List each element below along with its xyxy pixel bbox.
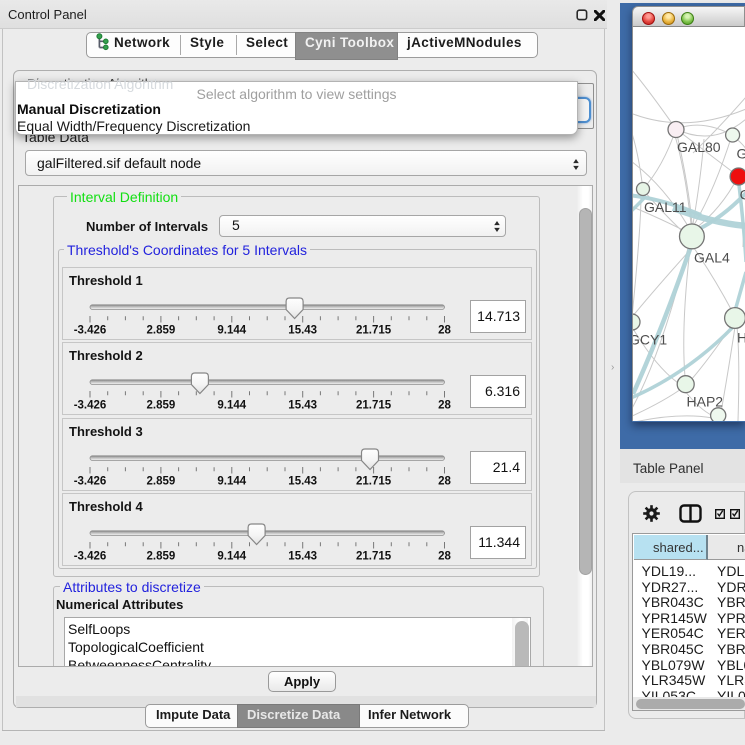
svg-text:2.859: 2.859: [147, 400, 176, 412]
svg-text:-3.426: -3.426: [74, 400, 107, 412]
svg-text:GAL: GAL: [737, 146, 745, 162]
svg-text:9.144: 9.144: [217, 325, 246, 337]
svg-text:15.43: 15.43: [288, 400, 317, 412]
svg-text:2.859: 2.859: [147, 325, 176, 337]
svg-text:21.715: 21.715: [356, 551, 392, 563]
svg-text:15.43: 15.43: [288, 325, 317, 337]
svg-text:28: 28: [438, 475, 451, 487]
svg-text:9.144: 9.144: [217, 400, 246, 412]
svg-text:28: 28: [438, 400, 451, 412]
svg-text:GAL11: GAL11: [644, 199, 687, 215]
svg-text:2.859: 2.859: [147, 475, 176, 487]
svg-text:H: H: [737, 329, 745, 345]
svg-text:GAL4: GAL4: [694, 250, 730, 266]
svg-text:-3.426: -3.426: [74, 475, 107, 487]
svg-text:28: 28: [438, 551, 451, 563]
svg-text:21.715: 21.715: [356, 325, 392, 337]
svg-text:-3.426: -3.426: [74, 325, 107, 337]
svg-text:28: 28: [438, 325, 451, 337]
svg-text:9.144: 9.144: [217, 475, 246, 487]
svg-text:15.43: 15.43: [288, 475, 317, 487]
svg-text:GCY1: GCY1: [633, 331, 667, 347]
svg-text:GAL80: GAL80: [677, 139, 721, 155]
svg-text:9.144: 9.144: [217, 551, 246, 563]
svg-text:2.859: 2.859: [147, 551, 176, 563]
svg-text:21.715: 21.715: [356, 475, 392, 487]
svg-text:HAP2: HAP2: [687, 394, 724, 410]
svg-text:21.715: 21.715: [356, 400, 392, 412]
svg-text:C: C: [740, 187, 745, 203]
svg-text:15.43: 15.43: [288, 551, 317, 563]
svg-text:-3.426: -3.426: [74, 551, 107, 563]
